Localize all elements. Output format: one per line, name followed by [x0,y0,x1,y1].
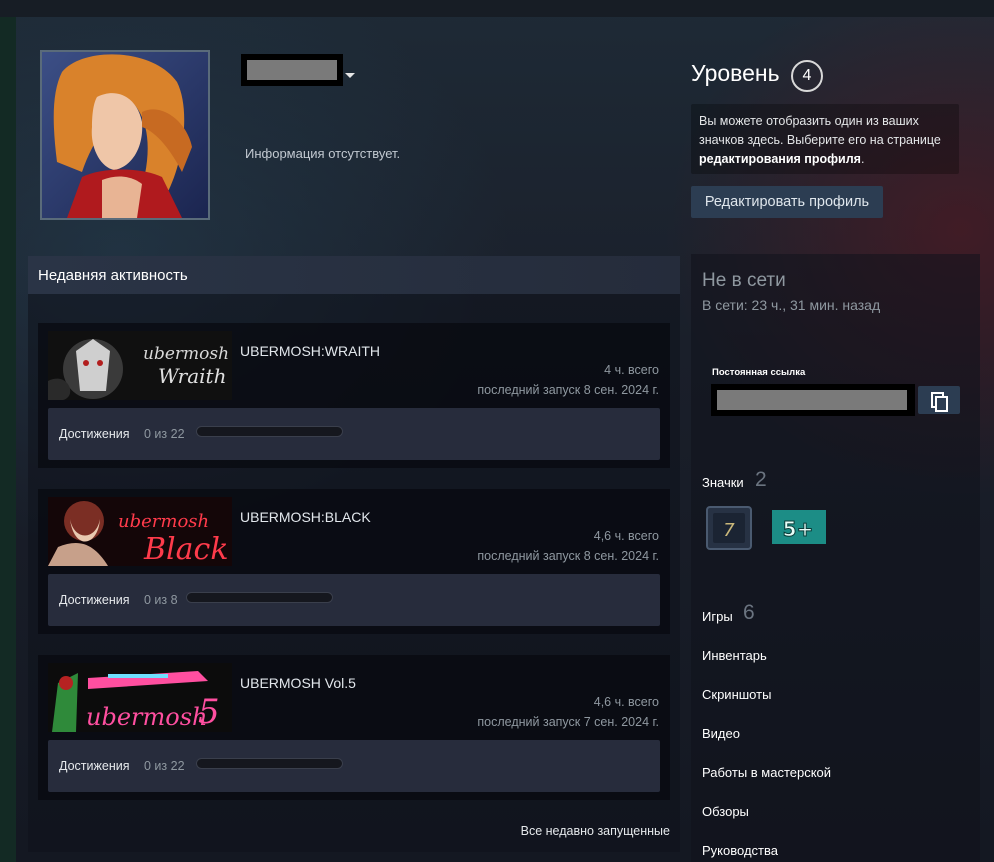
recent-activity-panel: Недавняя активность ubermosh Wraith UBER… [28,256,680,852]
game-capsule-image[interactable]: ubermosh Wraith [48,331,232,400]
game-capsule-art: ubermosh 5 [48,663,232,732]
avatar-image [42,52,208,218]
game-name[interactable]: UBERMOSH Vol.5 [240,675,356,691]
redacted-permalink [717,390,907,410]
game-last-played: последний запуск 8 сен. 2024 г. [477,383,659,397]
game-last-played: последний запуск 7 сен. 2024 г. [477,715,659,729]
svg-text:ubermosh: ubermosh [143,344,229,364]
caret-down-icon[interactable] [345,73,355,78]
game-name[interactable]: UBERMOSH:BLACK [240,509,371,525]
achievements-progress [196,758,343,769]
achievements-progress [186,592,333,603]
games-link[interactable]: Игры [702,609,733,624]
videos-link[interactable]: Видео [702,726,740,741]
game-hours: 4,6 ч. всего [593,695,659,709]
copy-icon [931,392,948,412]
svg-text:7: 7 [723,520,735,541]
copy-permalink-button[interactable] [918,386,960,414]
achievements-bar[interactable]: Достижения 0 из 8 [48,574,660,626]
featured-badge-info: Вы можете отобразить один из ваших значк… [691,104,959,174]
profile-summary: Информация отсутствует. [245,146,401,161]
game-card: ubermosh 5 UBERMOSH Vol.5 4,6 ч. всего п… [38,655,670,800]
game-hours: 4 ч. всего [604,363,659,377]
workshop-link[interactable]: Работы в мастерской [702,765,831,780]
badge-years-icon: 7 [706,506,752,550]
last-online: В сети: 23 ч., 31 мин. назад [702,297,881,313]
screenshots-link[interactable]: Скриншоты [702,687,771,702]
svg-text:5: 5 [198,692,220,732]
badge-icon[interactable]: 5+ [772,506,826,549]
badges-link[interactable]: Значки [702,475,744,490]
achievements-progress [196,426,343,437]
svg-text:ubermosh: ubermosh [118,511,209,532]
game-name[interactable]: UBERMOSH:WRAITH [240,343,380,359]
achievements-bar[interactable]: Достижения 0 из 22 [48,740,660,792]
edit-profile-link[interactable]: редактирования профиля [699,152,861,166]
profile-sidebar: Не в сети В сети: 23 ч., 31 мин. назад П… [691,254,980,862]
achievements-bar[interactable]: Достижения 0 из 22 [48,408,660,460]
achievements-count: 0 из 8 [144,593,178,607]
top-bar [0,0,994,17]
persona-name[interactable] [241,54,343,86]
badges-count: 2 [755,468,767,491]
game-card: ubermosh Black UBERMOSH:BLACK 4,6 ч. все… [38,489,670,634]
badge-info-text: Вы можете отобразить один из ваших значк… [699,114,941,147]
achievements-count: 0 из 22 [144,427,185,441]
left-edge [0,17,16,862]
recent-activity-title: Недавняя активность [38,267,188,284]
svg-text:Wraith: Wraith [158,364,226,388]
avatar[interactable] [40,50,210,220]
all-recent-games-link[interactable]: Все недавно запущенные [521,824,670,838]
achievements-label: Достижения [59,593,130,607]
badge-info-end: . [860,152,865,166]
game-capsule-art: ubermosh Black [48,497,232,566]
achievements-label: Достижения [59,759,130,773]
svg-text:ubermosh: ubermosh [86,703,207,731]
permalink-label: Постоянная ссылка [712,367,806,378]
inventory-link[interactable]: Инвентарь [702,648,767,663]
game-card: ubermosh Wraith UBERMOSH:WRAITH 4 ч. все… [38,323,670,468]
game-capsule-image[interactable]: ubermosh Black [48,497,232,566]
game-capsule-image[interactable]: ubermosh 5 [48,663,232,732]
badge-games-owned-icon: 5+ [772,510,826,544]
svg-text:5+: 5+ [783,517,814,541]
svg-text:Black: Black [143,532,229,566]
online-status: Не в сети [702,270,786,291]
achievements-count: 0 из 22 [144,759,185,773]
game-hours: 4,6 ч. всего [593,529,659,543]
game-last-played: последний запуск 8 сен. 2024 г. [477,549,659,563]
level-badge[interactable]: 4 [791,60,823,92]
edit-profile-button[interactable]: Редактировать профиль [691,186,883,218]
game-capsule-art: ubermosh Wraith [48,331,232,400]
reviews-link[interactable]: Обзоры [702,804,749,819]
recent-activity-header: Недавняя активность [28,256,680,294]
badge-icon[interactable]: 7 [705,506,753,555]
redacted-name [247,60,337,80]
games-count: 6 [743,601,755,624]
level-label: Уровень [691,60,780,86]
achievements-label: Достижения [59,427,130,441]
permalink-field[interactable] [711,384,915,416]
guides-link[interactable]: Руководства [702,843,778,858]
